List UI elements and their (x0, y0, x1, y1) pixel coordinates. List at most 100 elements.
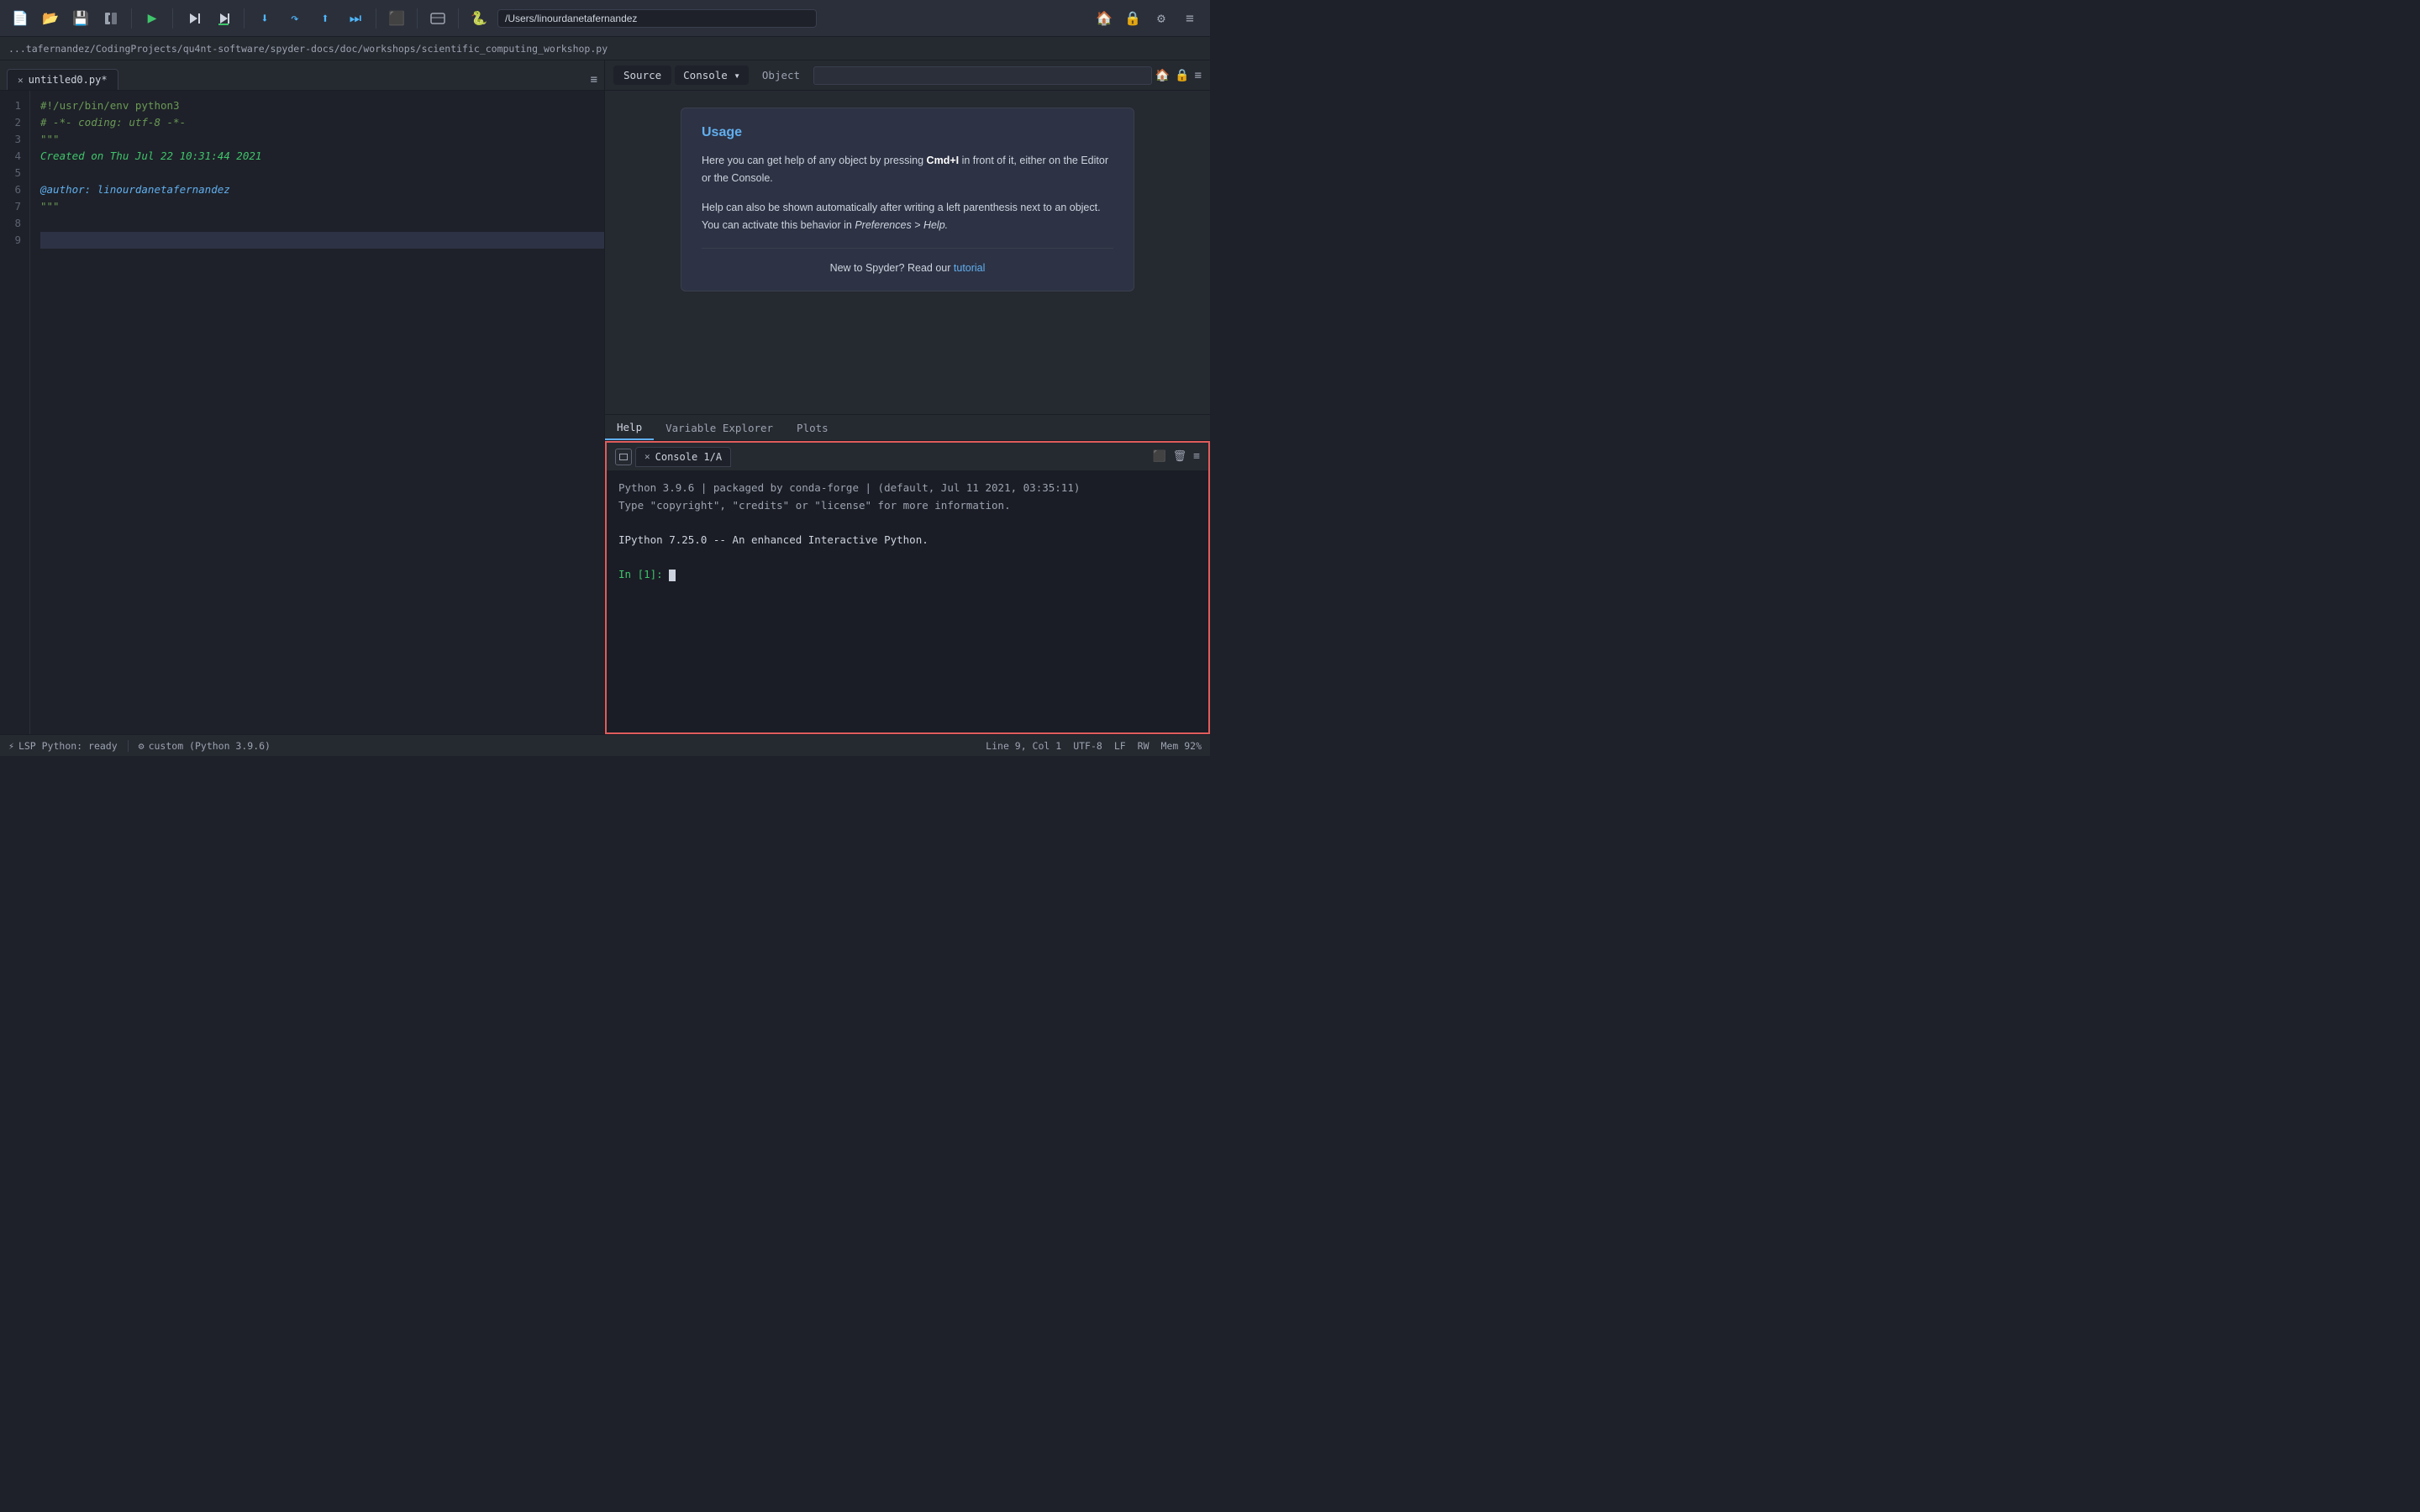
filepath-bar: ...tafernandez/CodingProjects/qu4nt-soft… (0, 37, 1210, 60)
code-line-1: #!/usr/bin/env python3 (40, 97, 604, 114)
console-tab-bar: ✕ Console 1/A ⬛ 🗑 ≡ (607, 443, 1208, 471)
usage-tutorial-text: New to Spyder? Read our tutorial (702, 262, 1113, 274)
step-out-icon[interactable]: ⬆ (313, 7, 337, 30)
continue-icon[interactable]: ⏭ (344, 7, 367, 30)
code-line-8 (40, 215, 604, 232)
console-window-icon[interactable] (615, 449, 632, 465)
bottom-tab-help[interactable]: Help (605, 415, 654, 440)
sep5 (417, 8, 418, 29)
code-line-2: # -*- coding: utf-8 -*- (40, 114, 604, 131)
console-panel: ✕ Console 1/A ⬛ 🗑 ≡ Python 3.9.6 | packa… (605, 441, 1210, 734)
main-toolbar: 📄 📂 💾 ▶ ⬇ ↷ ⬆ ⏭ ⬛ 🐍 /Users/linourdanetaf… (0, 0, 1210, 37)
code-content[interactable]: #!/usr/bin/env python3 # -*- coding: utf… (30, 91, 604, 734)
status-bar: ⚡ LSP Python: ready ⚙ custom (Python 3.9… (0, 734, 1210, 756)
debugger-icon[interactable] (426, 7, 450, 30)
tab-label: untitled0.py* (29, 74, 108, 86)
console-tab-1[interactable]: ✕ Console 1/A (635, 447, 731, 467)
editor-tabs: ✕ untitled0.py* ≡ (0, 60, 604, 91)
toolbar-right: 🏠 🔒 ⚙ ≡ (1092, 7, 1202, 30)
console-body[interactable]: Python 3.9.6 | packaged by conda-forge |… (607, 471, 1208, 732)
code-line-7: """ (40, 198, 604, 215)
line-numbers: 1 2 3 4 5 6 7 8 9 (0, 91, 30, 734)
code-line-4: Created on Thu Jul 22 10:31:44 2021 (40, 148, 604, 165)
console-dropdown-label: Console ▾ (683, 69, 740, 81)
usage-new-to: New to Spyder? Read our (830, 262, 951, 274)
tab-close-icon[interactable]: ✕ (18, 75, 24, 86)
console-python-info-2: Type "copyright", "credits" or "license"… (618, 497, 1197, 515)
help-content-area: Usage Here you can get help of any objec… (605, 91, 1210, 414)
help-menu-icon[interactable]: ≡ (1195, 69, 1202, 82)
tutorial-link[interactable]: tutorial (954, 262, 986, 274)
right-panel: Source Console ▾ Object 🏠 🔒 ≡ Usage Here… (605, 60, 1210, 734)
sep6 (458, 8, 459, 29)
save-all-icon[interactable] (99, 7, 123, 30)
help-home-icon[interactable]: 🏠 (1155, 69, 1170, 82)
status-lsp: ⚡ LSP Python: ready (8, 740, 118, 752)
sep3 (244, 8, 245, 29)
run-icon[interactable]: ▶ (140, 7, 164, 30)
usage-para1: Here you can get help of any object by p… (702, 155, 923, 166)
tab-menu-button[interactable]: ≡ (591, 73, 597, 87)
console-stop-icon[interactable]: ⬛ (1152, 450, 1165, 463)
main-content: ✕ untitled0.py* ≡ 1 2 3 4 5 6 7 8 9 #!/u… (0, 60, 1210, 734)
tab-console-dropdown[interactable]: Console ▾ (675, 66, 749, 85)
console-python-info-1: Python 3.9.6 | packaged by conda-forge |… (618, 480, 1197, 497)
home-icon[interactable]: 🏠 (1092, 7, 1116, 30)
sep1 (131, 8, 132, 29)
lock-icon[interactable]: 🔒 (1121, 7, 1144, 30)
code-line-3: """ (40, 131, 604, 148)
sep2 (172, 8, 173, 29)
usage-text-1: Here you can get help of any object by p… (702, 152, 1113, 186)
object-search-input[interactable] (813, 66, 1152, 85)
status-python-text: custom (Python 3.9.6) (149, 740, 271, 752)
status-position: Line 9, Col 1 (986, 740, 1061, 752)
status-lsp-text: LSP Python: ready (18, 740, 118, 752)
open-file-icon[interactable]: 📂 (39, 7, 62, 30)
step-over-icon[interactable]: ↷ (283, 7, 307, 30)
console-menu-icon[interactable]: ≡ (1193, 450, 1200, 463)
editor-panel: ✕ untitled0.py* ≡ 1 2 3 4 5 6 7 8 9 #!/u… (0, 60, 605, 734)
save-file-icon[interactable]: 💾 (69, 7, 92, 30)
wrench-icon[interactable]: ⚙ (1150, 7, 1173, 30)
help-icons-right: 🏠 🔒 ≡ (1155, 69, 1202, 82)
tab-source[interactable]: Source (613, 66, 671, 85)
status-memory: Mem 92% (1161, 740, 1202, 752)
run-cell-advance-icon[interactable] (212, 7, 235, 30)
status-rw: RW (1138, 740, 1150, 752)
status-python: ⚙ custom (Python 3.9.6) (139, 740, 271, 752)
step-into-icon[interactable]: ⬇ (253, 7, 276, 30)
usage-box: Usage Here you can get help of any objec… (681, 108, 1134, 291)
new-file-icon[interactable]: 📄 (8, 7, 32, 30)
code-area[interactable]: 1 2 3 4 5 6 7 8 9 #!/usr/bin/env python3… (0, 91, 604, 734)
status-line-ending: LF (1114, 740, 1126, 752)
help-lock-icon[interactable]: 🔒 (1175, 69, 1189, 82)
status-sep1 (128, 740, 129, 752)
console-tab-label: Console 1/A (655, 451, 722, 463)
console-right-icons: ⬛ 🗑 ≡ (1152, 450, 1200, 463)
help-tabs: Source Console ▾ Object 🏠 🔒 ≡ (605, 60, 1210, 91)
console-cursor (669, 570, 676, 581)
editor-tab-untitled0[interactable]: ✕ untitled0.py* (7, 69, 118, 90)
menu-icon[interactable]: ≡ (1178, 7, 1202, 30)
bottom-pane-tabs: Help Variable Explorer Plots (605, 414, 1210, 441)
status-encoding: UTF-8 (1073, 740, 1102, 752)
usage-text-2: Help can also be shown automatically aft… (702, 199, 1113, 234)
filepath-text: ...tafernandez/CodingProjects/qu4nt-soft… (8, 43, 608, 55)
bottom-tab-plots[interactable]: Plots (785, 415, 840, 440)
run-cell-icon[interactable] (182, 7, 205, 30)
stop-icon[interactable]: ⬛ (385, 7, 408, 30)
console-prompt-line: In [1]: (618, 566, 1197, 584)
status-python-icon: ⚙ (139, 740, 145, 752)
python-icon: 🐍 (467, 7, 491, 30)
console-prompt: In [1]: (618, 568, 663, 580)
tab-object[interactable]: Object (752, 66, 810, 85)
console-tab-close[interactable]: ✕ (644, 451, 650, 462)
code-line-9 (40, 232, 604, 249)
usage-italic1: Preferences > Help. (855, 219, 948, 231)
usage-bold1: Cmd+I (927, 155, 960, 166)
usage-divider (702, 248, 1113, 249)
usage-title: Usage (702, 125, 1113, 140)
python-path-input[interactable]: /Users/linourdanetafernandez (497, 9, 817, 28)
bottom-tab-variable-explorer[interactable]: Variable Explorer (654, 415, 785, 440)
console-trash-icon[interactable]: 🗑 (1173, 450, 1187, 463)
